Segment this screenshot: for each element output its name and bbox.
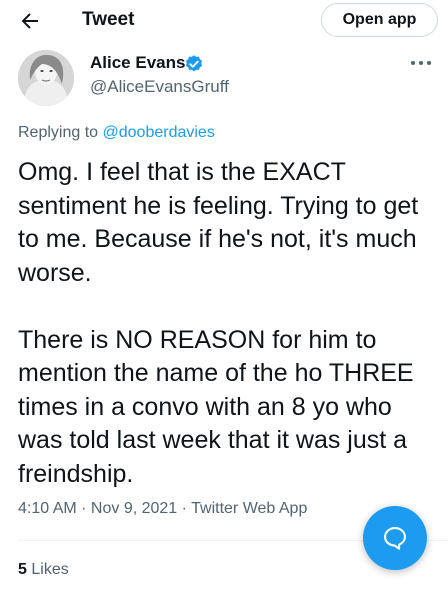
verified-badge-icon	[185, 55, 203, 72]
page-title: Tweet	[82, 9, 135, 30]
tweet-text: Omg. I feel that is the EXACT sentiment …	[18, 156, 438, 491]
likes-stat[interactable]: 5 Likes	[18, 561, 69, 579]
compose-reply-button[interactable]	[363, 506, 427, 570]
replying-to: Replying to @dooberdavies	[18, 124, 215, 142]
open-app-button[interactable]: Open app	[321, 3, 438, 37]
tweet-source[interactable]: Twitter Web App	[191, 500, 307, 517]
meta-separator: ·	[76, 500, 91, 517]
meta-separator: ·	[177, 500, 192, 517]
tweet-date[interactable]: Nov 9, 2021	[91, 500, 177, 517]
top-bar: Tweet Open app	[0, 0, 448, 42]
likes-label: Likes	[31, 561, 69, 578]
avatar[interactable]	[18, 50, 74, 106]
tweet-time[interactable]: 4:10 AM	[18, 500, 77, 517]
replying-to-label: Replying to	[18, 124, 99, 141]
compose-reply-icon	[384, 527, 406, 550]
tweet-paragraph: There is NO REASON for him to mention th…	[18, 325, 414, 488]
author-handle[interactable]: @AliceEvansGruff	[90, 77, 229, 97]
likes-count: 5	[18, 561, 27, 578]
author-name[interactable]: Alice Evans	[90, 53, 185, 73]
more-options-icon[interactable]	[408, 57, 434, 69]
reply-mention-link[interactable]: @dooberdavies	[103, 124, 215, 141]
arrow-left-icon[interactable]	[18, 9, 42, 33]
tweet-paragraph: Omg. I feel that is the EXACT sentiment …	[18, 158, 419, 287]
profile-photo-icon	[18, 50, 74, 106]
tweet-metadata: 4:10 AM · Nov 9, 2021 · Twitter Web App	[18, 500, 307, 518]
